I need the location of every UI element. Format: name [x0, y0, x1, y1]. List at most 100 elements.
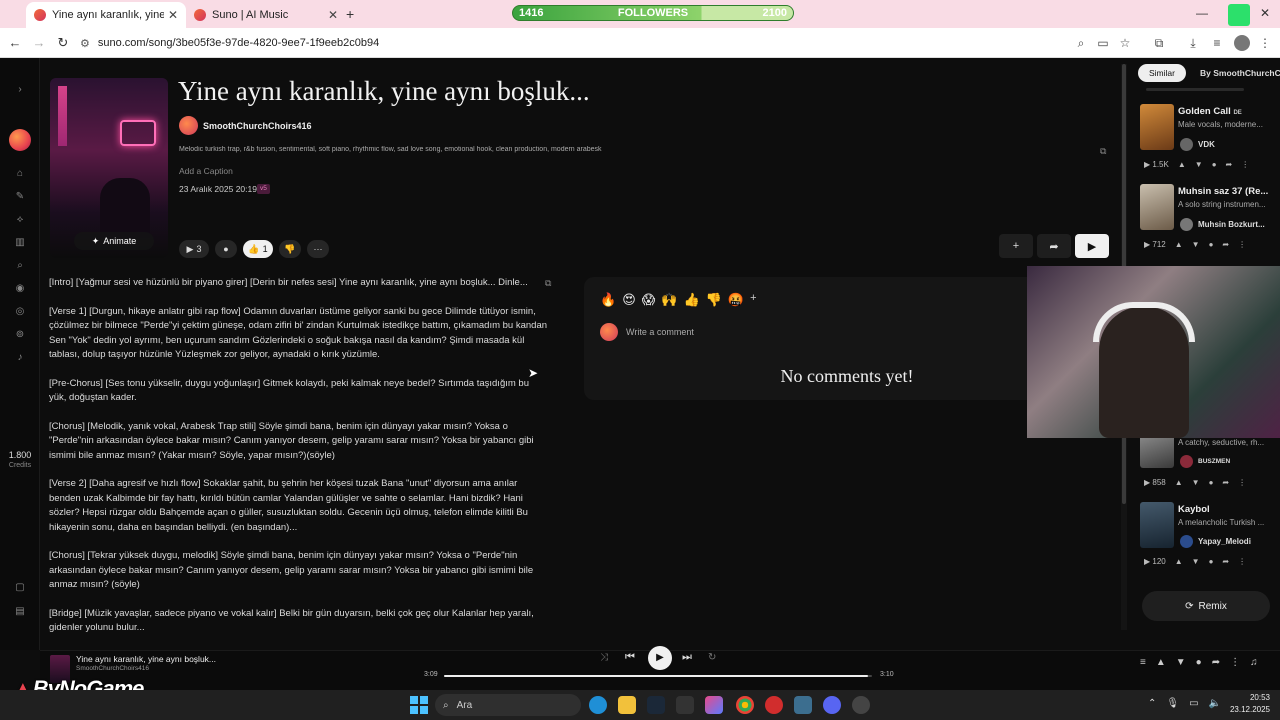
chrome-icon[interactable]	[736, 696, 754, 714]
create-icon[interactable]: ✎	[12, 189, 28, 205]
remix-button[interactable]: ⟳ Remix	[1142, 591, 1270, 621]
reload-icon[interactable]: ↻	[54, 34, 72, 52]
profile-avatar[interactable]	[1234, 35, 1250, 51]
extensions-icon[interactable]: ⧉	[1150, 34, 1168, 52]
tab-similar[interactable]: Similar	[1138, 64, 1186, 82]
play-count[interactable]: ▶ 712	[1144, 240, 1166, 249]
download-icon[interactable]: ⤓	[1184, 34, 1202, 52]
site-info-icon[interactable]: ⚙	[80, 37, 90, 50]
thumbs-up-icon[interactable]: ▲	[1156, 657, 1166, 668]
comment-icon[interactable]: ●	[1209, 478, 1214, 487]
steam-icon[interactable]	[647, 696, 665, 714]
tab-song[interactable]: Yine aynı karanlık, yine aynı boşluk... …	[26, 2, 186, 28]
dislike-button[interactable]: 👎	[279, 240, 301, 258]
comment-button[interactable]: ●	[215, 240, 237, 258]
file-explorer-icon[interactable]	[618, 696, 636, 714]
more-icon[interactable]: ▤	[12, 604, 28, 620]
thumbs-up-icon[interactable]: ▲	[1175, 557, 1183, 566]
song-thumbnail[interactable]	[1140, 502, 1174, 548]
windows-start-icon[interactable]	[410, 696, 428, 714]
list-item-user[interactable]: Muhsin Bozkurt...	[1198, 220, 1265, 229]
suno-logo-icon[interactable]	[9, 129, 31, 151]
copilot-icon[interactable]	[705, 696, 723, 714]
library-icon[interactable]: ▥	[12, 235, 28, 251]
add-reaction-icon[interactable]: +	[750, 292, 756, 308]
artist-avatar[interactable]	[179, 116, 198, 135]
taskbar-search[interactable]: ⌕ Ara	[435, 694, 581, 716]
play-pause-button[interactable]: ▶	[648, 646, 672, 670]
list-item-title[interactable]: Muhsin saz 37 (Re...	[1178, 186, 1274, 197]
notifications-bell-icon[interactable]: ♪	[12, 350, 28, 366]
comment-icon[interactable]: ●	[1212, 160, 1217, 169]
close-tab-icon[interactable]: ✕	[168, 8, 178, 22]
more-icon[interactable]: ⋮	[1238, 240, 1246, 249]
comment-icon[interactable]: ●	[1209, 240, 1214, 249]
player-artist[interactable]: SmoothChurchChoirs416	[76, 665, 149, 672]
artist-name[interactable]: SmoothChurchChoirs416	[203, 121, 312, 131]
thumbs-down-icon[interactable]: ▼	[1176, 657, 1186, 668]
play-count[interactable]: ▶ 858	[1144, 478, 1166, 487]
close-window-icon[interactable]: ✕	[1260, 6, 1270, 20]
repeat-icon[interactable]: ↻	[708, 652, 716, 663]
comment-input[interactable]: Write a comment	[626, 327, 694, 337]
minimize-icon[interactable]: —	[1196, 6, 1208, 20]
share-icon[interactable]: ➦	[1222, 557, 1229, 566]
clock-date[interactable]: 23.12.2025	[1216, 705, 1270, 714]
share-icon[interactable]: ➦	[1222, 240, 1229, 249]
list-item-title[interactable]: Golden Call DE	[1178, 106, 1274, 117]
media-icon[interactable]: ≡	[1208, 34, 1226, 52]
epic-games-icon[interactable]	[676, 696, 694, 714]
copy-lyrics-icon[interactable]: ⧉	[545, 278, 551, 289]
volume-icon[interactable]: ♫	[1250, 657, 1258, 668]
expand-sidebar-icon[interactable]: ›	[12, 82, 28, 98]
next-icon[interactable]: ⏭	[682, 651, 692, 664]
back-icon[interactable]: ←	[6, 34, 24, 52]
hooks-icon[interactable]: ◉	[12, 281, 28, 297]
list-item-title[interactable]: Kaybol	[1178, 504, 1274, 515]
more-icon[interactable]: ⋮	[1238, 478, 1246, 487]
play-button[interactable]: ▶	[1075, 234, 1109, 258]
shuffle-icon[interactable]: ⤨	[600, 652, 608, 663]
clock-time[interactable]: 20:53	[1226, 693, 1270, 702]
trash-icon[interactable]: ▢	[12, 580, 28, 596]
close-tab-icon[interactable]: ✕	[328, 8, 338, 22]
song-thumbnail[interactable]	[1140, 434, 1174, 468]
animate-button[interactable]: ✦ Animate	[74, 232, 154, 250]
heart-eyes-reaction-icon[interactable]: 😍	[622, 292, 636, 308]
copy-tags-icon[interactable]: ⧉	[1100, 146, 1106, 157]
cast-icon[interactable]: ▭	[1094, 34, 1112, 52]
list-item-user[interactable]: VDK	[1198, 140, 1215, 149]
explore-icon[interactable]: ◎	[12, 304, 28, 320]
search-icon[interactable]: ⌕	[12, 258, 28, 274]
add-to-playlist-button[interactable]: +	[999, 234, 1033, 258]
player-title[interactable]: Yine aynı karanlık, yine aynı boşluk...	[76, 654, 216, 664]
more-icon[interactable]: ⋮	[1238, 557, 1246, 566]
thumbs-down-icon[interactable]: ▼	[1192, 240, 1200, 249]
play-count[interactable]: ▶ 1.5K	[1144, 160, 1169, 169]
thumbs-down-reaction-icon[interactable]: 👎	[706, 292, 722, 308]
song-cover-art[interactable]: ✦ Animate	[50, 78, 168, 258]
share-button[interactable]: ➦	[1037, 234, 1071, 258]
add-caption-field[interactable]: Add a Caption	[179, 166, 233, 176]
play-count[interactable]: ▶ 120	[1144, 557, 1166, 566]
radio-icon[interactable]: ⊚	[12, 327, 28, 343]
share-icon[interactable]: ➦	[1226, 160, 1233, 169]
progress-track[interactable]	[444, 675, 872, 677]
more-icon[interactable]: ⋮	[1230, 657, 1240, 668]
home-icon[interactable]: ⌂	[12, 166, 28, 182]
studio-icon[interactable]: ⟡	[12, 212, 28, 228]
forward-icon[interactable]: →	[30, 34, 48, 52]
song-thumbnail[interactable]	[1140, 184, 1174, 230]
share-icon[interactable]: ➦	[1222, 478, 1229, 487]
thumbs-down-icon[interactable]: ▼	[1192, 557, 1200, 566]
edge-icon[interactable]	[589, 696, 607, 714]
song-thumbnail[interactable]	[1140, 104, 1174, 150]
share-icon[interactable]: ➦	[1212, 657, 1220, 668]
tray-chevron-icon[interactable]: ⌃	[1148, 698, 1156, 709]
list-item-user[interactable]: BUSZMEN	[1198, 458, 1230, 465]
bookmark-star-icon[interactable]: ☆	[1116, 34, 1134, 52]
menu-kebab-icon[interactable]: ⋮	[1256, 34, 1274, 52]
app-icon[interactable]	[794, 696, 812, 714]
scream-reaction-icon[interactable]: 😱	[642, 292, 656, 308]
url-field[interactable]: ⚙ suno.com/song/3be05f3e-97de-4820-9ee7-…	[80, 31, 1140, 55]
